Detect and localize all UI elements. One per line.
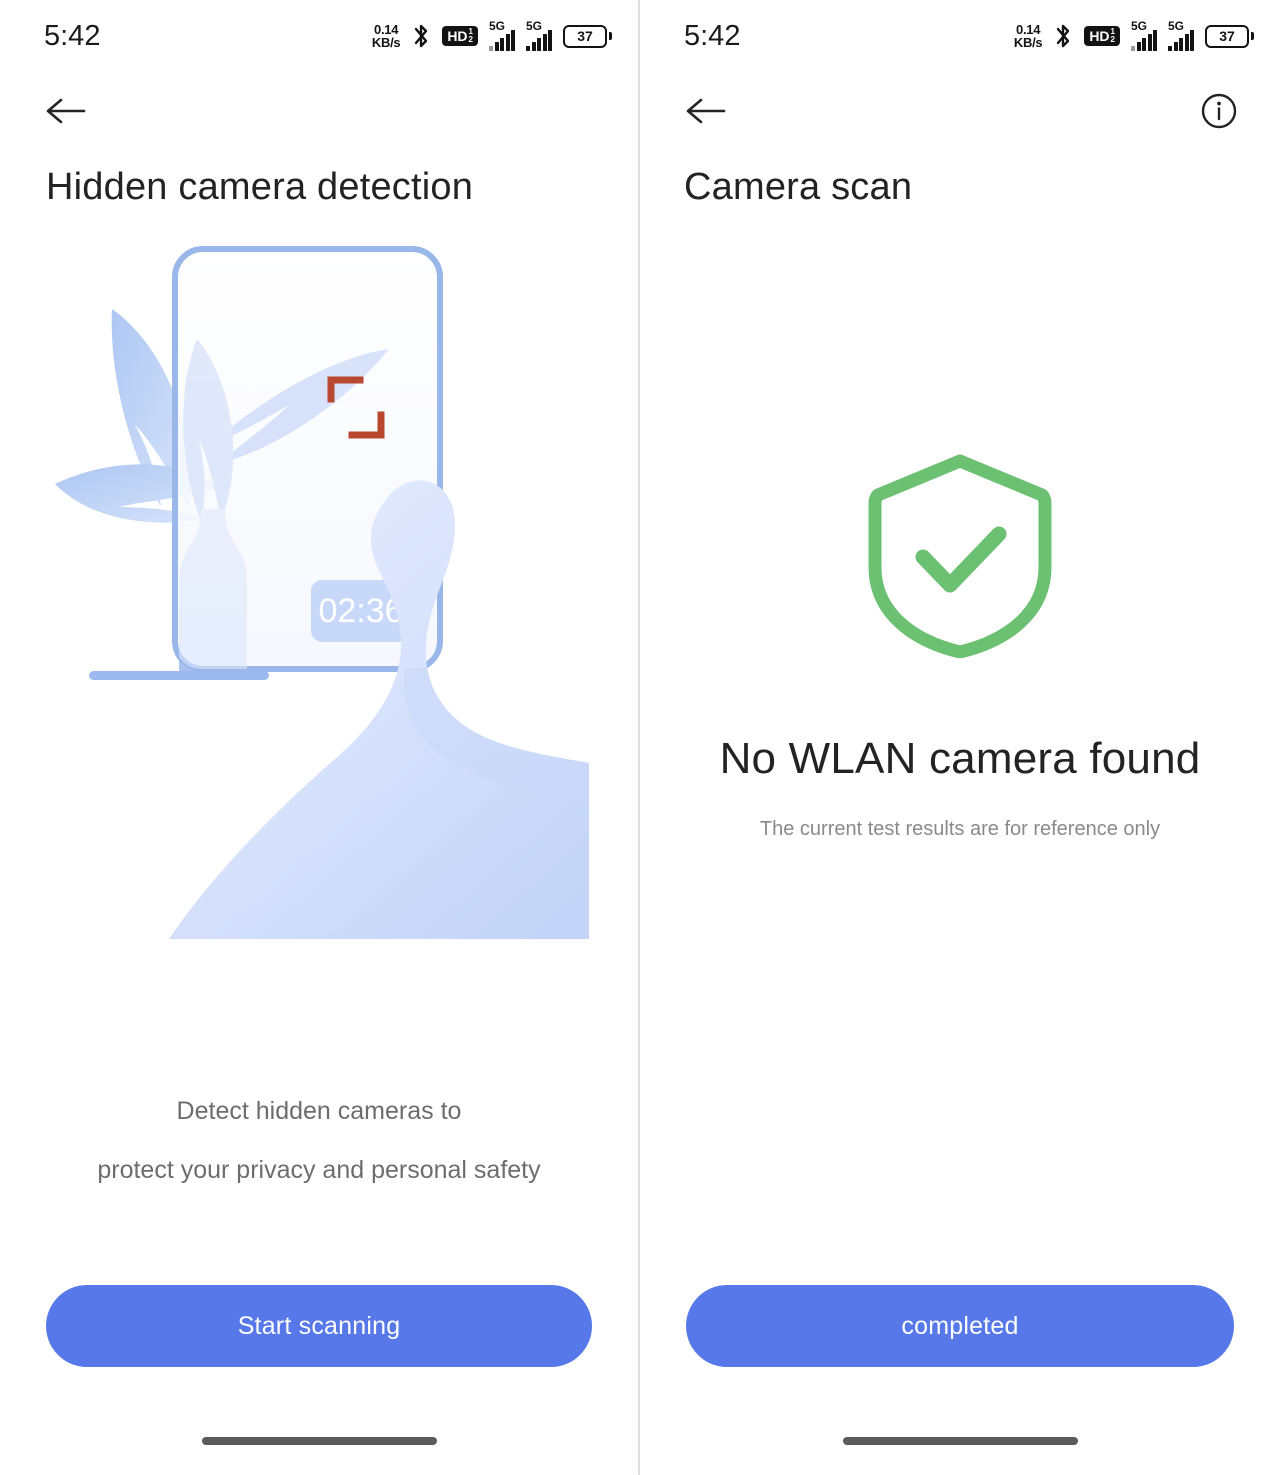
signal-strength-sim2-icon: 5G (526, 19, 552, 51)
home-indicator-area (0, 1407, 638, 1475)
scan-result-subtitle: The current test results are for referen… (759, 818, 1161, 840)
scan-result-title: No WLAN camera found (719, 734, 1201, 783)
info-circle-icon[interactable] (1196, 88, 1242, 134)
right-bottom-bar: completed (640, 1285, 1280, 1367)
network-gen-sim2: 5G (526, 19, 543, 33)
battery-cap (609, 32, 612, 40)
battery-level-label: 37 (1205, 24, 1249, 48)
scan-result-area: No WLAN camera found The current test re… (640, 209, 1280, 1285)
hd-sim-fraction: 1 2 (1111, 28, 1115, 44)
home-indicator-area (640, 1407, 1280, 1475)
signal-bars-sim2 (526, 30, 552, 51)
start-scanning-button[interactable]: Start scanning (46, 1285, 592, 1367)
left-phone-screen: 5:42 0.14 KB/s HD 1 2 5G 5G 37 Hidden ca… (0, 0, 638, 1475)
network-speed-unit: KB/s (371, 35, 401, 50)
hd-sim-bottom: 2 (468, 35, 473, 44)
status-clock: 5:42 (684, 19, 741, 52)
battery-icon: 37 (563, 24, 612, 48)
bluetooth-icon (411, 23, 431, 49)
status-icon-group: 0.14 KB/s HD 1 2 5G 5G 37 (371, 19, 612, 51)
shield-check-icon (868, 454, 1052, 659)
network-gen-sim2: 5G (1168, 19, 1185, 33)
network-gen-sim1: 5G (489, 19, 506, 33)
status-bar: 5:42 0.14 KB/s HD 1 2 5G 5G 37 (640, 0, 1280, 72)
signal-bars-sim1 (1131, 30, 1157, 51)
battery-cap (1251, 32, 1254, 40)
status-bar: 5:42 0.14 KB/s HD 1 2 5G 5G 37 (0, 0, 638, 72)
page-title: Camera scan (684, 166, 913, 208)
hidden-camera-illustration: 02:36 (0, 209, 638, 1097)
battery-icon: 37 (1205, 24, 1254, 48)
signal-strength-sim2-icon: 5G (1168, 19, 1194, 51)
network-speed-indicator: 0.14 KB/s (1013, 23, 1043, 50)
network-speed-unit: KB/s (1013, 35, 1043, 50)
completed-button[interactable]: completed (686, 1285, 1234, 1367)
hd-sim-fraction: 1 2 (469, 28, 473, 44)
back-arrow-icon[interactable] (42, 88, 88, 134)
signal-bars-sim2 (1168, 30, 1194, 51)
network-gen-sim1: 5G (1131, 19, 1148, 33)
signal-strength-sim1-icon: 5G (489, 19, 515, 51)
right-app-bar (640, 72, 1280, 150)
home-indicator[interactable] (842, 1437, 1078, 1445)
signal-bars-sim1 (489, 30, 515, 51)
battery-level-label: 37 (563, 24, 607, 48)
hd-label: HD (447, 28, 468, 44)
status-clock: 5:42 (44, 19, 101, 52)
hd-label: HD (1089, 28, 1110, 44)
left-bottom-bar: Start scanning (0, 1285, 638, 1367)
left-captions: Detect hidden cameras to protect your pr… (0, 1097, 638, 1185)
hd-voice-icon: HD 1 2 (442, 26, 478, 46)
status-icon-group: 0.14 KB/s HD 1 2 5G 5G 37 (1013, 19, 1254, 51)
hd-sim-bottom: 2 (1110, 35, 1115, 44)
back-arrow-icon[interactable] (682, 88, 728, 134)
illustration-svg: 02:36 (55, 246, 589, 939)
hd-voice-icon: HD 1 2 (1084, 26, 1120, 46)
network-speed-indicator: 0.14 KB/s (371, 23, 401, 50)
page-title: Hidden camera detection (46, 166, 474, 208)
bluetooth-icon (1053, 23, 1073, 49)
timer-badge-label: 02:36 (318, 592, 403, 630)
right-phone-screen: 5:42 0.14 KB/s HD 1 2 5G 5G 37 Camera sc… (640, 0, 1280, 1475)
left-app-bar (0, 72, 638, 150)
dual-screenshot-container: 5:42 0.14 KB/s HD 1 2 5G 5G 37 Hidden ca… (0, 0, 1280, 1475)
caption-line-2: protect your privacy and personal safety (97, 1156, 541, 1184)
caption-line-1: Detect hidden cameras to (176, 1097, 462, 1125)
signal-strength-sim1-icon: 5G (1131, 19, 1157, 51)
home-indicator[interactable] (201, 1437, 437, 1445)
